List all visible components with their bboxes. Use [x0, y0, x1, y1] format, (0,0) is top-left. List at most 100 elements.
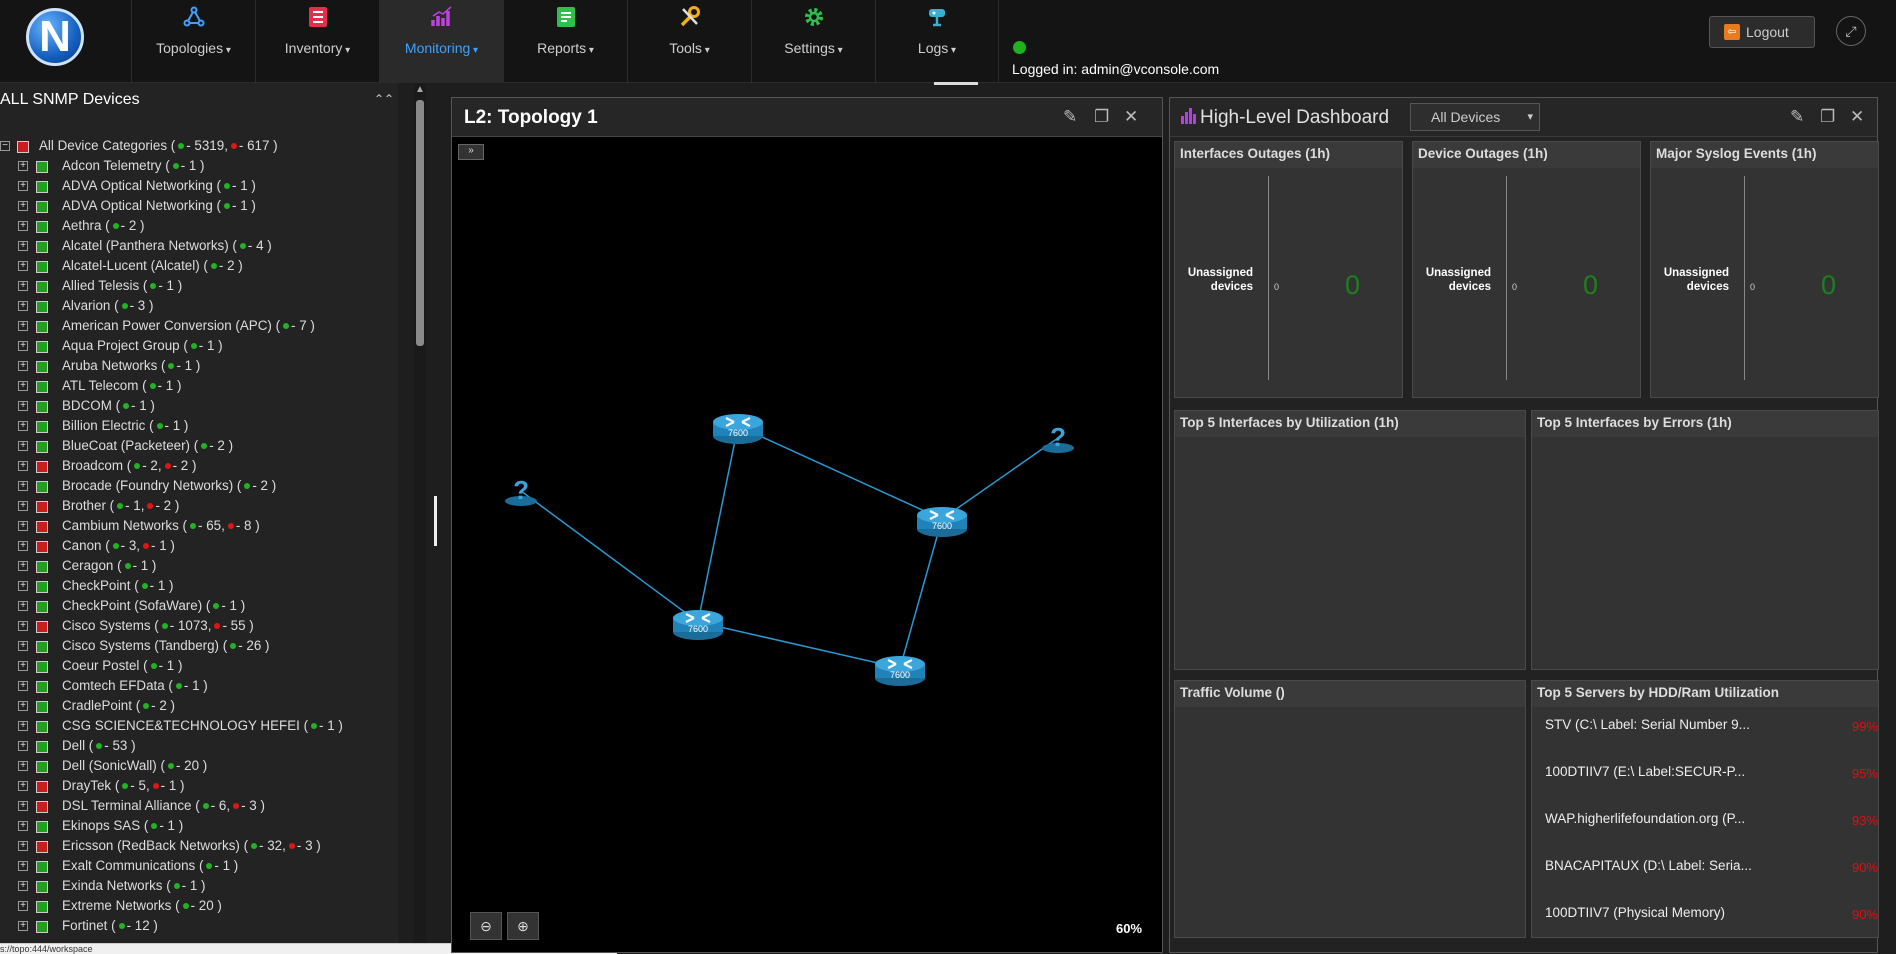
tree-item[interactable]: + ATL Telecom (- 1 ) [0, 377, 398, 397]
tree-item[interactable]: + Alcatel-Lucent (Alcatel) (- 2 ) [0, 257, 398, 277]
expand-icon[interactable]: + [18, 861, 28, 871]
tree-item[interactable]: + Brother (- 1, - 2 ) [0, 497, 398, 517]
tree-item[interactable]: + Brocade (Foundry Networks) (- 2 ) [0, 477, 398, 497]
tree-item[interactable]: + ADVA Optical Networking (- 1 ) [0, 197, 398, 217]
tree-item[interactable]: + Cisco Systems (- 1073, - 55 ) [0, 617, 398, 637]
restore-window-icon[interactable]: ❐ [1820, 107, 1835, 127]
nav-tools[interactable]: Tools [627, 0, 751, 82]
scroll-up-arrow-icon[interactable]: ▲ [415, 84, 425, 95]
nav-settings[interactable]: Settings [751, 0, 875, 82]
tree-item[interactable]: + Broadcom (- 2, - 2 ) [0, 457, 398, 477]
logout-button[interactable]: ⇦ Logout [1709, 16, 1815, 48]
expand-icon[interactable]: + [18, 421, 28, 431]
tree-item[interactable]: + CheckPoint (- 1 ) [0, 577, 398, 597]
topology-link[interactable] [737, 425, 943, 520]
nav-reports[interactable]: Reports [503, 0, 627, 82]
tree-item[interactable]: + Fortinet (- 12 ) [0, 917, 398, 937]
tree-item[interactable]: + Billion Electric (- 1 ) [0, 417, 398, 437]
tree-item[interactable]: + Extreme Networks (- 20 ) [0, 897, 398, 917]
tree-item[interactable]: + Allied Telesis (- 1 ) [0, 277, 398, 297]
expand-icon[interactable]: + [18, 741, 28, 751]
router-icon[interactable]: 7600 [875, 656, 925, 686]
tree-item[interactable]: + Exinda Networks (- 1 ) [0, 877, 398, 897]
expand-icon[interactable]: + [18, 201, 28, 211]
tree-item[interactable]: + Adcon Telemetry (- 1 ) [0, 157, 398, 177]
attach-icon[interactable]: ✎ [1790, 107, 1804, 127]
restore-window-icon[interactable]: ❐ [1094, 107, 1109, 127]
expand-icon[interactable]: + [18, 221, 28, 231]
app-logo[interactable]: N [26, 8, 84, 66]
expand-icon[interactable]: + [18, 281, 28, 291]
topology-canvas[interactable]: 7600760076007600??7600 [452, 136, 1162, 886]
collapse-panel-icon[interactable]: ⌃⌃ [374, 92, 394, 106]
tree-item[interactable]: + Alcatel (Panthera Networks) (- 4 ) [0, 237, 398, 257]
expand-icon[interactable]: + [18, 601, 28, 611]
tree-item[interactable]: + BlueCoat (Packeteer) (- 2 ) [0, 437, 398, 457]
expand-icon[interactable]: + [18, 321, 28, 331]
expand-icon[interactable]: + [18, 881, 28, 891]
tree-item[interactable]: + Ekinops SAS (- 1 ) [0, 817, 398, 837]
expand-icon[interactable]: + [18, 921, 28, 931]
tree-item[interactable]: + Aqua Project Group (- 1 ) [0, 337, 398, 357]
panel-splitter[interactable] [434, 496, 437, 546]
expand-icon[interactable]: + [18, 161, 28, 171]
tree-item[interactable]: + Canon (- 3, - 1 ) [0, 537, 398, 557]
expand-icon[interactable]: + [18, 821, 28, 831]
expand-icon[interactable]: + [18, 481, 28, 491]
attach-icon[interactable]: ✎ [1063, 107, 1077, 127]
tree-scrollbar-thumb[interactable] [416, 100, 424, 346]
expand-icon[interactable]: + [18, 441, 28, 451]
expand-icon[interactable]: + [18, 461, 28, 471]
unknown-device-icon[interactable]: ? [1042, 422, 1074, 453]
topology-link[interactable] [697, 425, 739, 623]
tree-item[interactable]: + Comtech EFData (- 1 ) [0, 677, 398, 697]
nav-topologies[interactable]: Topologies [131, 0, 255, 82]
expand-icon[interactable]: + [18, 801, 28, 811]
nav-inventory[interactable]: Inventory [255, 0, 379, 82]
topology-link[interactable] [941, 437, 1059, 520]
topology-link[interactable] [899, 518, 943, 669]
expand-icon[interactable]: + [18, 781, 28, 791]
tree-item[interactable]: + Alvarion (- 3 ) [0, 297, 398, 317]
device-filter-select[interactable]: All Devices [1410, 103, 1540, 131]
tree-item[interactable]: + Aruba Networks (- 1 ) [0, 357, 398, 377]
tree-item[interactable]: + Cisco Systems (Tandberg) (- 26 ) [0, 637, 398, 657]
tree-item[interactable]: + American Power Conversion (APC) (- 7 ) [0, 317, 398, 337]
tree-item[interactable]: + DSL Terminal Alliance (- 6, - 3 ) [0, 797, 398, 817]
expand-icon[interactable]: + [18, 841, 28, 851]
tree-item[interactable]: + CheckPoint (SofaWare) (- 1 ) [0, 597, 398, 617]
router-icon[interactable]: 7600 [673, 610, 723, 640]
expand-icon[interactable]: + [18, 541, 28, 551]
tree-item[interactable]: + CradlePoint (- 2 ) [0, 697, 398, 717]
zoom-out-icon[interactable]: ⊖ [470, 912, 502, 940]
expand-icon[interactable]: + [18, 361, 28, 371]
router-icon[interactable]: 7600 [917, 507, 967, 537]
expand-icon[interactable]: + [18, 401, 28, 411]
expand-icon[interactable]: + [18, 521, 28, 531]
expand-icon[interactable]: + [18, 181, 28, 191]
tree-item[interactable]: + Ericsson (RedBack Networks) (- 32, - 3 ) [0, 837, 398, 857]
topology-link[interactable] [520, 490, 699, 623]
tree-item[interactable]: + Exalt Communications (- 1 ) [0, 857, 398, 877]
expand-icon[interactable]: + [18, 501, 28, 511]
nav-monitoring[interactable]: Monitoring [379, 0, 503, 82]
close-icon[interactable]: ✕ [1850, 107, 1864, 127]
tree-item[interactable]: + Coeur Postel (- 1 ) [0, 657, 398, 677]
close-icon[interactable]: ✕ [1124, 107, 1138, 127]
topology-link[interactable] [697, 621, 901, 669]
tree-item[interactable]: + BDCOM (- 1 ) [0, 397, 398, 417]
tree-item[interactable]: + Ceragon (- 1 ) [0, 557, 398, 577]
router-icon[interactable]: 7600 [713, 414, 763, 444]
expand-icon[interactable]: + [18, 621, 28, 631]
fullscreen-icon[interactable]: ⤢ [1836, 16, 1866, 46]
expand-icon[interactable]: + [18, 241, 28, 251]
expand-icon[interactable]: + [18, 721, 28, 731]
expand-icon[interactable]: + [18, 341, 28, 351]
expand-icon[interactable]: + [18, 301, 28, 311]
nav-logs[interactable]: Logs [875, 0, 999, 82]
expand-icon[interactable]: + [18, 701, 28, 711]
unknown-device-icon[interactable]: ? [505, 475, 537, 506]
expand-icon[interactable]: + [18, 681, 28, 691]
expand-icon[interactable]: + [18, 581, 28, 591]
expand-icon[interactable]: + [18, 901, 28, 911]
